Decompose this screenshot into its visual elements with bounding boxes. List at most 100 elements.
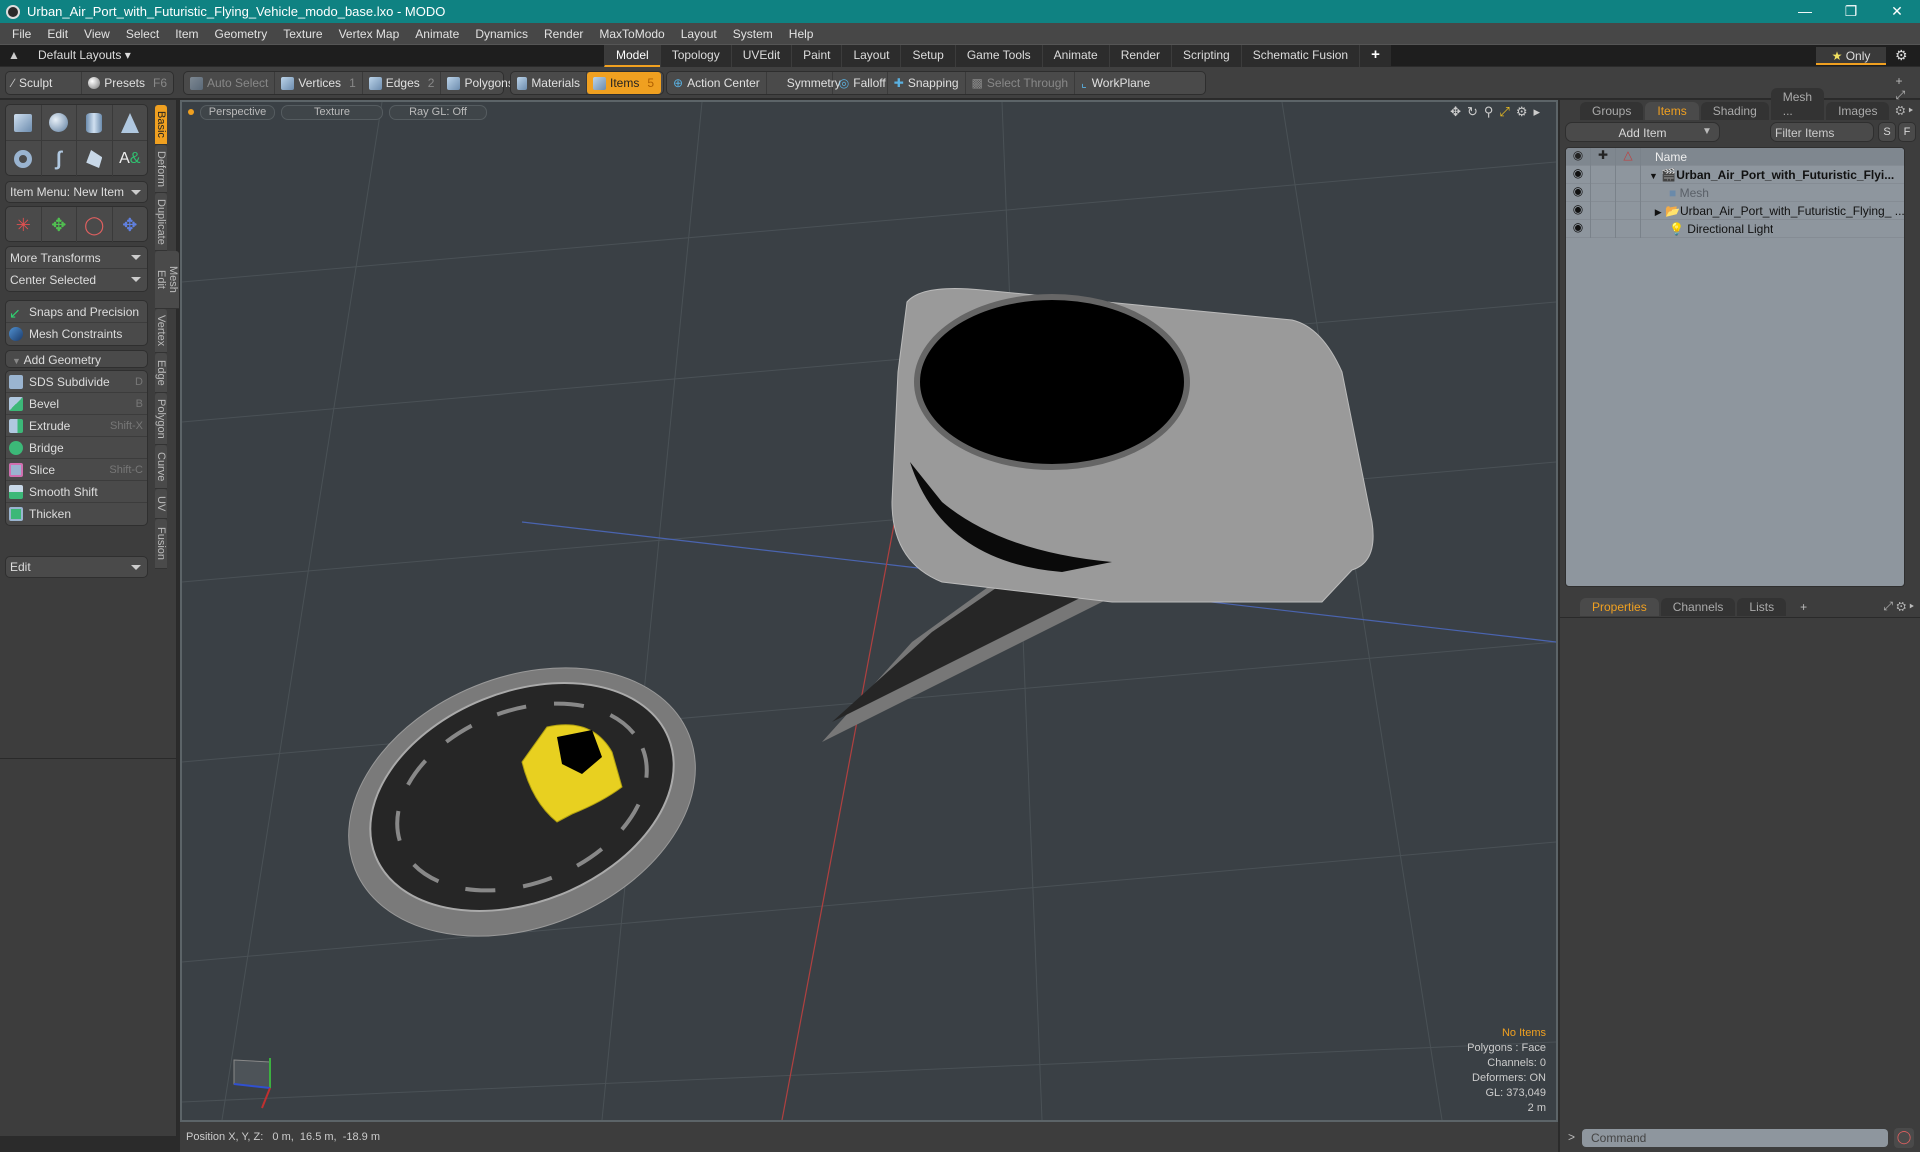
tab-layout[interactable]: Layout	[841, 45, 901, 67]
tab-mesh[interactable]: Mesh ...	[1770, 88, 1825, 120]
add-item-button[interactable]: Add Item	[1565, 122, 1720, 142]
tab-setup[interactable]: Setup	[900, 45, 955, 67]
edit-dropdown[interactable]: Edit	[5, 556, 148, 578]
tab-groups[interactable]: Groups	[1580, 102, 1644, 120]
3d-viewport[interactable]: Perspective Texture Ray GL: Off ✥ ↻ ⚲ ⤢ …	[180, 100, 1558, 1122]
command-input[interactable]: Command	[1582, 1129, 1888, 1147]
side-tab-fusion[interactable]: Fusion	[155, 519, 167, 569]
expand-triangle-icon[interactable]: ▼	[1649, 171, 1658, 181]
viewport-menu-dot-icon[interactable]	[188, 109, 194, 115]
scale-button[interactable]: ✥	[113, 207, 148, 243]
select-through-button[interactable]: ▩ Select Through	[966, 72, 1076, 94]
close-button[interactable]: ✕	[1874, 3, 1920, 20]
symmetry-button[interactable]: Symmetry	[767, 72, 841, 94]
tab-shading[interactable]: Shading	[1700, 102, 1769, 120]
viewport-expand-icon[interactable]: ▸	[1533, 104, 1540, 120]
raygl-button[interactable]: Ray GL: Off	[389, 104, 487, 120]
default-layouts-dropdown[interactable]: Default Layouts ▾	[38, 48, 131, 62]
side-tab-curve[interactable]: Curve	[155, 445, 167, 489]
view-mode-button[interactable]: Perspective	[200, 104, 275, 120]
tab-properties[interactable]: Properties	[1580, 598, 1659, 616]
cylinder-primitive-button[interactable]	[77, 105, 113, 140]
item-row-group[interactable]: ◉ ▶ 📂Urban_Air_Port_with_Futuristic_Flyi…	[1566, 201, 1904, 220]
tab-topology[interactable]: Topology	[659, 45, 731, 67]
menu-render[interactable]: Render	[536, 27, 591, 41]
mesh-constraints-button[interactable]: Mesh Constraints	[6, 323, 147, 345]
expand-triangle-icon[interactable]: ▶	[1655, 207, 1662, 217]
panel-add-expand-gear-icons[interactable]: + ⤢ ⚙ ▸	[1891, 72, 1918, 120]
filter-items-input[interactable]: Filter Items	[1770, 122, 1874, 142]
visibility-eye-icon[interactable]: ◉	[1566, 165, 1591, 184]
sphere-primitive-button[interactable]	[42, 105, 77, 140]
maximize-view-icon[interactable]: ⤢	[1499, 104, 1509, 120]
add-panel-tab-button[interactable]: +	[1788, 598, 1819, 616]
side-tab-mesh-edit[interactable]: Mesh Edit	[155, 251, 179, 309]
menu-view[interactable]: View	[76, 27, 118, 41]
falloff-button[interactable]: ◎ Falloff	[833, 72, 888, 94]
panel-expand-gear-icons[interactable]: ⤢ ⚙ ▸	[1879, 597, 1918, 616]
item-row-light[interactable]: ◉ 💡 Directional Light	[1566, 219, 1904, 238]
visibility-eye-icon[interactable]: ◉	[1566, 201, 1591, 220]
move-button[interactable]: ✥	[42, 207, 77, 243]
tab-images[interactable]: Images	[1826, 102, 1890, 120]
menu-layout[interactable]: Layout	[673, 27, 725, 41]
snaps-precision-button[interactable]: ↙ Snaps and Precision	[6, 301, 147, 323]
lock-column-icon[interactable]: ✚	[1591, 148, 1616, 166]
tab-model[interactable]: Model	[604, 45, 660, 67]
more-transforms-dropdown[interactable]: More Transforms	[6, 247, 147, 269]
tab-paint[interactable]: Paint	[791, 45, 842, 67]
menu-item[interactable]: Item	[167, 27, 206, 41]
f-filter-button[interactable]: F	[1898, 122, 1916, 142]
zoom-view-icon[interactable]: ⚲	[1484, 104, 1494, 120]
tool-bridge[interactable]: Bridge	[6, 437, 147, 459]
tool-thicken[interactable]: Thicken	[6, 503, 147, 525]
tab-game-tools[interactable]: Game Tools	[954, 45, 1042, 67]
polygons-button[interactable]: Polygons	[441, 72, 519, 94]
add-tab-button[interactable]: +	[1359, 45, 1391, 67]
transform-button[interactable]: ✳	[6, 207, 42, 243]
side-tab-duplicate[interactable]: Duplicate	[155, 193, 167, 251]
viewport-gear-icon[interactable]: ⚙	[1516, 104, 1528, 120]
pen-tool-button[interactable]	[77, 141, 113, 177]
only-toggle[interactable]: ★ Only	[1816, 47, 1886, 65]
shading-mode-button[interactable]: Texture	[281, 104, 383, 120]
items-button[interactable]: Items 5	[587, 72, 661, 94]
collapse-icon[interactable]: ▲	[8, 48, 20, 62]
tab-lists[interactable]: Lists	[1737, 598, 1787, 616]
add-item-dropdown-arrow-icon[interactable]: ▼	[1702, 122, 1718, 142]
add-geometry-header[interactable]: ▼ Add Geometry	[5, 350, 148, 368]
side-tab-uv[interactable]: UV	[155, 489, 167, 519]
item-menu-dropdown[interactable]: Item Menu: New Item	[5, 181, 148, 203]
s-filter-button[interactable]: S	[1878, 122, 1896, 142]
auto-select-button[interactable]: Auto Select	[184, 72, 276, 94]
cube-primitive-button[interactable]	[6, 105, 42, 140]
action-center-button[interactable]: ⊕ Action Center	[667, 72, 767, 94]
axes-column-icon[interactable]: △	[1616, 148, 1641, 166]
presets-button[interactable]: Presets F6	[82, 72, 173, 94]
cone-primitive-button[interactable]	[113, 105, 148, 140]
workplane-button[interactable]: ⌞ WorkPlane	[1075, 72, 1156, 94]
center-selected-dropdown[interactable]: Center Selected	[6, 269, 147, 291]
rotate-view-icon[interactable]: ↻	[1467, 104, 1478, 120]
restore-button[interactable]: ❐	[1828, 3, 1874, 20]
menu-vertex-map[interactable]: Vertex Map	[331, 27, 408, 41]
rotate-button[interactable]: ◯	[77, 207, 113, 243]
item-row-mesh[interactable]: ◉ ■ Mesh	[1566, 183, 1904, 202]
torus-primitive-button[interactable]	[6, 141, 42, 177]
minimize-button[interactable]: —	[1782, 3, 1828, 20]
menu-geometry[interactable]: Geometry	[207, 27, 276, 41]
menu-maxtomodo[interactable]: MaxToModo	[591, 27, 672, 41]
tab-schematic-fusion[interactable]: Schematic Fusion	[1240, 45, 1360, 67]
tool-slice[interactable]: Slice Shift-C	[6, 459, 147, 481]
side-tab-polygon[interactable]: Polygon	[155, 393, 167, 445]
tool-extrude[interactable]: Extrude Shift-X	[6, 415, 147, 437]
tool-smooth-shift[interactable]: Smooth Shift	[6, 481, 147, 503]
menu-select[interactable]: Select	[118, 27, 167, 41]
visibility-eye-icon[interactable]: ◉	[1566, 183, 1591, 202]
menu-edit[interactable]: Edit	[39, 27, 76, 41]
tool-bevel[interactable]: Bevel B	[6, 393, 147, 415]
gear-icon[interactable]: ⚙	[1895, 47, 1908, 64]
tab-items[interactable]: Items	[1645, 102, 1699, 120]
visibility-column-icon[interactable]: ◉	[1566, 148, 1591, 166]
tab-render[interactable]: Render	[1108, 45, 1172, 67]
